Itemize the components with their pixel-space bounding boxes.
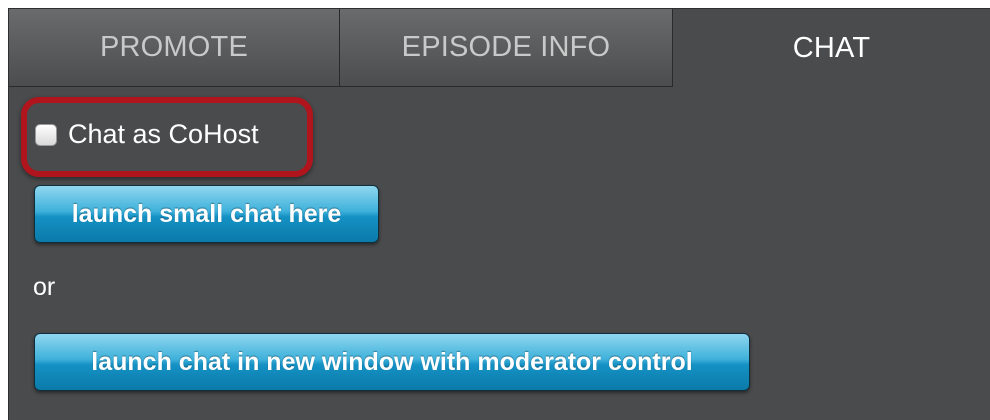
cohost-label: Chat as CoHost (68, 119, 259, 149)
cohost-option[interactable]: Chat as CoHost (35, 119, 259, 150)
cohost-checkbox[interactable] (35, 123, 57, 146)
tab-episode-info[interactable]: EPISODE INFO (340, 9, 673, 87)
chat-panel: PROMOTE EPISODE INFO CHAT Chat as CoHost… (8, 8, 990, 420)
launch-chat-new-window-button[interactable]: launch chat in new window with moderator… (34, 333, 750, 391)
launch-small-chat-button[interactable]: launch small chat here (34, 185, 379, 243)
tab-promote[interactable]: PROMOTE (9, 9, 340, 87)
or-separator-text: or (33, 273, 56, 301)
tab-chat[interactable]: CHAT (673, 9, 990, 87)
tab-bar: PROMOTE EPISODE INFO CHAT (9, 9, 990, 87)
